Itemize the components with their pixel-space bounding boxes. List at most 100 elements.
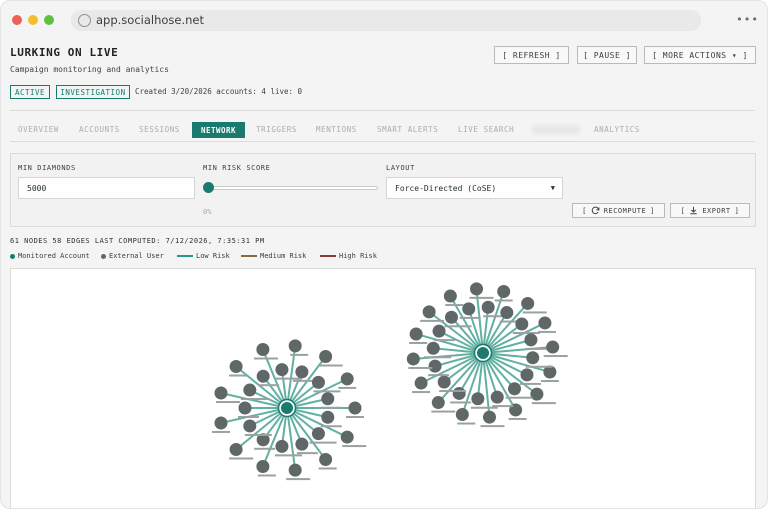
external-user-node[interactable] bbox=[229, 360, 243, 374]
external-user-node[interactable] bbox=[524, 333, 538, 347]
tab-mentions[interactable]: MENTIONS bbox=[316, 125, 357, 134]
external-user-node[interactable] bbox=[256, 343, 270, 357]
tab-smart-alerts[interactable]: SMART ALERTS bbox=[377, 125, 438, 134]
external-user-node[interactable] bbox=[444, 310, 458, 324]
external-user-node[interactable] bbox=[538, 316, 552, 330]
external-user-node[interactable] bbox=[214, 416, 228, 430]
external-user-node[interactable] bbox=[428, 359, 442, 373]
external-user-node[interactable] bbox=[520, 368, 534, 382]
external-user-node[interactable] bbox=[256, 459, 270, 473]
browser-chrome: app.socialhose.net ••• bbox=[1, 1, 767, 39]
external-user-node[interactable] bbox=[409, 327, 423, 341]
tab-sessions[interactable]: SESSIONS bbox=[139, 125, 180, 134]
min-diamonds-input[interactable]: 5000 bbox=[18, 177, 195, 199]
node-label bbox=[424, 356, 452, 359]
network-graph[interactable] bbox=[11, 269, 757, 509]
external-user-node[interactable] bbox=[482, 410, 496, 424]
node-label bbox=[525, 365, 553, 368]
external-user-node[interactable] bbox=[319, 452, 333, 466]
monitored-account-node[interactable] bbox=[477, 347, 489, 359]
external-user-node[interactable] bbox=[348, 401, 362, 415]
tab-network[interactable]: NETWORK bbox=[192, 122, 245, 138]
node-label bbox=[240, 398, 268, 401]
tab-live-search[interactable]: LIVE SEARCH bbox=[458, 125, 514, 134]
graph-stats: 61 NODES 58 EDGES LAST COMPUTED: 7/12/20… bbox=[10, 237, 265, 245]
external-user-node[interactable] bbox=[452, 386, 466, 400]
recompute-button[interactable]: [ RECOMPUTE ] bbox=[572, 203, 665, 218]
address-bar[interactable]: app.socialhose.net bbox=[71, 10, 701, 31]
external-user-node[interactable] bbox=[275, 439, 289, 453]
external-user-node[interactable] bbox=[214, 386, 228, 400]
external-user-node[interactable] bbox=[275, 363, 289, 377]
node-label bbox=[408, 366, 433, 369]
external-user-node[interactable] bbox=[311, 427, 325, 441]
more-actions-button[interactable]: [ MORE ACTIONS ▾ ] bbox=[644, 46, 756, 64]
external-user-node[interactable] bbox=[497, 284, 511, 298]
external-user-node[interactable] bbox=[288, 339, 302, 353]
min-risk-slider-handle[interactable] bbox=[203, 182, 214, 193]
node-label bbox=[274, 454, 302, 457]
external-user-node[interactable] bbox=[340, 430, 354, 444]
external-user-node[interactable] bbox=[311, 375, 325, 389]
external-user-node[interactable] bbox=[340, 372, 354, 386]
external-user-node[interactable] bbox=[432, 324, 446, 338]
tab-triggers[interactable]: TRIGGERS bbox=[256, 125, 297, 134]
external-user-node[interactable] bbox=[462, 302, 476, 316]
monitored-account-node[interactable] bbox=[281, 402, 293, 414]
external-user-node[interactable] bbox=[319, 350, 333, 364]
external-user-node[interactable] bbox=[243, 383, 257, 397]
external-user-node[interactable] bbox=[437, 375, 451, 389]
network-graph-canvas[interactable] bbox=[10, 268, 757, 509]
external-user-node[interactable] bbox=[500, 306, 514, 320]
tab-accounts[interactable]: ACCOUNTS bbox=[79, 125, 120, 134]
external-user-node[interactable] bbox=[295, 437, 309, 451]
tab-analytics[interactable]: ANALYTICS bbox=[594, 125, 640, 134]
pause-button[interactable]: [ PAUSE ] bbox=[577, 46, 637, 64]
external-user-node[interactable] bbox=[443, 289, 457, 303]
external-user-node[interactable] bbox=[515, 317, 529, 331]
refresh-button[interactable]: [ REFRESH ] bbox=[494, 46, 569, 64]
external-user-node[interactable] bbox=[238, 401, 252, 415]
external-user-node[interactable] bbox=[508, 382, 522, 396]
external-user-node[interactable] bbox=[229, 442, 243, 456]
close-window-dot[interactable] bbox=[12, 15, 22, 25]
external-user-node[interactable] bbox=[406, 352, 420, 366]
minimize-window-dot[interactable] bbox=[28, 15, 38, 25]
node-label bbox=[412, 391, 431, 394]
legend-medium-risk: Medium Risk bbox=[241, 252, 306, 260]
external-user-node[interactable] bbox=[321, 410, 335, 424]
external-user-node[interactable] bbox=[295, 365, 309, 379]
download-icon bbox=[690, 206, 697, 215]
node-label bbox=[338, 386, 357, 389]
layout-select[interactable]: Force-Directed (CoSE) ▼ bbox=[386, 177, 563, 199]
external-user-node[interactable] bbox=[526, 351, 540, 365]
external-user-node[interactable] bbox=[521, 296, 535, 310]
external-user-node[interactable] bbox=[422, 305, 436, 319]
tab-obscured[interactable] bbox=[532, 125, 580, 134]
external-user-node[interactable] bbox=[546, 340, 560, 354]
export-label: EXPORT bbox=[702, 206, 731, 215]
node-label bbox=[494, 299, 513, 302]
external-user-node[interactable] bbox=[471, 392, 485, 406]
external-user-node[interactable] bbox=[288, 463, 302, 477]
external-user-node[interactable] bbox=[426, 341, 440, 355]
browser-menu-icon[interactable]: ••• bbox=[736, 13, 759, 26]
external-user-node[interactable] bbox=[490, 390, 504, 404]
external-user-node[interactable] bbox=[455, 408, 469, 422]
node-label bbox=[257, 474, 276, 477]
export-button[interactable]: [ EXPORT ] bbox=[670, 203, 750, 218]
min-risk-slider[interactable] bbox=[206, 186, 378, 190]
external-user-node[interactable] bbox=[431, 396, 445, 410]
external-user-node[interactable] bbox=[256, 369, 270, 383]
external-user-node[interactable] bbox=[321, 392, 335, 406]
external-user-node[interactable] bbox=[414, 376, 428, 390]
network-cluster[interactable] bbox=[211, 339, 367, 481]
tab-overview[interactable]: OVERVIEW bbox=[18, 125, 59, 134]
external-user-node[interactable] bbox=[243, 419, 257, 433]
network-cluster[interactable] bbox=[406, 282, 568, 428]
maximize-window-dot[interactable] bbox=[44, 15, 54, 25]
external-user-node[interactable] bbox=[470, 282, 484, 296]
status-badge-active: ACTIVE bbox=[10, 85, 50, 99]
external-user-node[interactable] bbox=[481, 300, 495, 314]
legend-high-risk: High Risk bbox=[320, 252, 377, 260]
